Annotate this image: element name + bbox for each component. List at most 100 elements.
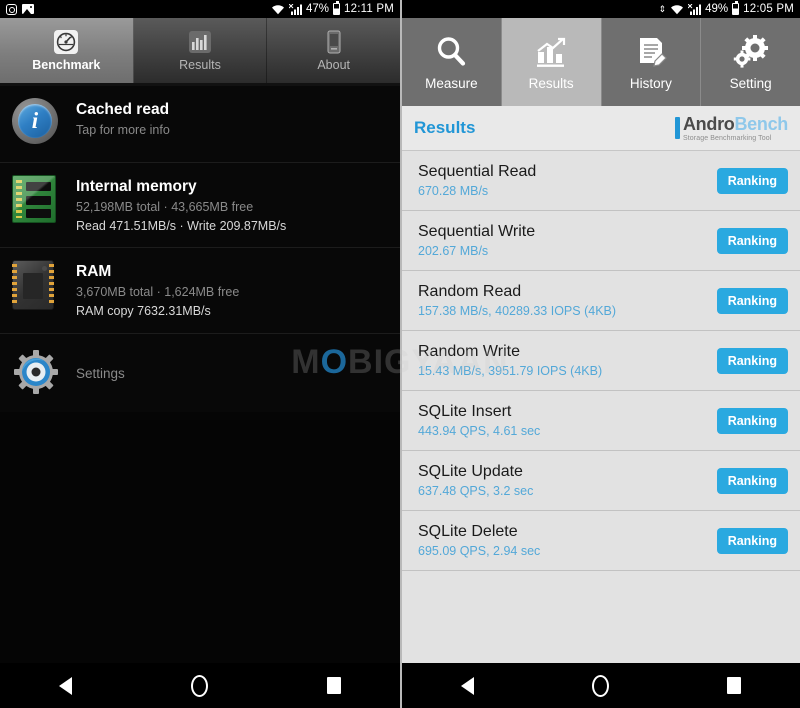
cached-read-icon-box: i <box>12 98 62 150</box>
cellular-signal-icon <box>288 3 302 15</box>
left-status-notification-icons <box>6 3 34 15</box>
tab-setting-label: Setting <box>729 75 772 91</box>
row-value: 15.43 MB/s, 3951.79 IOPS (4KB) <box>418 364 603 378</box>
back-triangle-icon[interactable] <box>59 676 73 695</box>
logo-tagline: Storage Benchmarking Tool <box>682 134 772 142</box>
right-nav-bar <box>402 663 800 708</box>
settings-label: Settings <box>76 366 125 382</box>
bar-chart-icon <box>189 31 211 53</box>
table-row[interactable]: Sequential Read 670.28 MB/s Ranking <box>402 151 800 211</box>
row-title: Sequential Write <box>418 223 536 240</box>
tab-history[interactable]: History <box>602 18 702 106</box>
list-item-ram[interactable]: RAM 3,670MB total · 1,624MB free RAM cop… <box>0 248 400 334</box>
row-value: 443.94 QPS, 4.61 sec <box>418 424 541 438</box>
bar-chart-icon <box>537 37 566 67</box>
left-clock: 12:11 PM <box>344 3 394 15</box>
tab-about-label: About <box>317 58 351 72</box>
internal-memory-capacity: 52,198MB total · 43,665MB free <box>76 199 254 214</box>
magnifier-icon <box>438 36 466 66</box>
right-clock: 12:05 PM <box>743 3 794 15</box>
row-text: SQLite Delete 695.09 QPS, 2.94 sec <box>418 523 540 558</box>
tab-measure-label: Measure <box>425 75 478 91</box>
row-title: SQLite Update <box>418 463 523 480</box>
left-phone-screen: 47% 12:11 PM Benchmark Results About i C… <box>0 0 400 708</box>
row-value: 670.28 MB/s <box>418 184 489 198</box>
settings-icon-box <box>12 348 62 400</box>
ranking-button[interactable]: Ranking <box>716 347 788 374</box>
left-battery-percent: 47% <box>305 3 330 15</box>
right-phone-screen: ⇕ 49% 12:05 PM Measure Results History S… <box>400 0 800 708</box>
left-status-system-icons: 47% 12:11 PM <box>271 1 394 15</box>
list-item-cached-read[interactable]: i Cached read Tap for more info <box>0 86 400 163</box>
tab-results[interactable]: Results <box>501 18 602 106</box>
row-title: Random Write <box>418 343 520 360</box>
androbench-tab-bar: Measure Results History Setting <box>402 18 800 106</box>
row-value: 637.48 QPS, 3.2 sec <box>418 484 534 498</box>
phone-icon <box>327 30 341 54</box>
right-status-system-icons: ⇕ 49% 12:05 PM <box>659 1 794 15</box>
document-pen-icon <box>639 37 667 67</box>
gear-icon <box>14 349 58 394</box>
cached-read-text: Cached read Tap for more info <box>76 98 170 140</box>
table-row[interactable]: SQLite Update 637.48 QPS, 3.2 sec Rankin… <box>402 451 800 511</box>
memory-stick-icon <box>12 175 56 223</box>
row-text: SQLite Update 637.48 QPS, 3.2 sec <box>418 463 533 498</box>
ram-title: RAM <box>76 263 112 281</box>
ranking-button[interactable]: Ranking <box>716 227 788 254</box>
tab-about[interactable]: About <box>267 18 400 83</box>
wifi-icon <box>671 4 684 14</box>
internal-memory-title: Internal memory <box>76 178 197 195</box>
ram-capacity: 3,670MB total · 1,624MB free <box>76 285 240 300</box>
right-status-bar: ⇕ 49% 12:05 PM <box>402 0 800 18</box>
home-circle-icon[interactable] <box>190 674 208 697</box>
ram-text: RAM 3,670MB total · 1,624MB free RAM cop… <box>76 260 239 320</box>
dual-screenshot-container: 47% 12:11 PM Benchmark Results About i C… <box>0 0 800 708</box>
home-circle-icon[interactable] <box>592 674 609 697</box>
recent-square-icon[interactable] <box>727 677 741 694</box>
list-item-settings[interactable]: Settings <box>0 334 400 412</box>
row-text: Sequential Write 202.67 MB/s <box>418 223 535 258</box>
ranking-button[interactable]: Ranking <box>716 287 788 314</box>
tab-measure[interactable]: Measure <box>402 18 502 106</box>
row-value: 695.09 QPS, 2.94 sec <box>418 544 541 558</box>
results-list: Sequential Read 670.28 MB/s Ranking Sequ… <box>402 151 800 571</box>
row-text: SQLite Insert 443.94 QPS, 4.61 sec <box>418 403 540 438</box>
tab-results[interactable]: Results <box>134 18 268 83</box>
table-row[interactable]: Sequential Write 202.67 MB/s Ranking <box>402 211 800 271</box>
list-item-internal-memory[interactable]: Internal memory 52,198MB total · 43,665M… <box>0 163 400 249</box>
table-row[interactable]: Random Read 157.38 MB/s, 40289.33 IOPS (… <box>402 271 800 331</box>
androbench-logo: AndroBench Storage Benchmarking Tool <box>674 115 788 142</box>
tab-history-label: History <box>629 75 672 91</box>
tab-results-label: Results <box>179 58 221 72</box>
ranking-button[interactable]: Ranking <box>716 467 788 494</box>
table-row[interactable]: SQLite Delete 695.09 QPS, 2.94 sec Ranki… <box>402 511 800 571</box>
row-text: Random Write 15.43 MB/s, 3951.79 IOPS (4… <box>418 343 602 378</box>
back-triangle-icon[interactable] <box>461 676 474 695</box>
logo-andro: Andro <box>682 113 735 134</box>
tab-benchmark-label: Benchmark <box>32 58 101 72</box>
wifi-icon <box>271 4 284 14</box>
table-row[interactable]: SQLite Insert 443.94 QPS, 4.61 sec Ranki… <box>402 391 800 451</box>
left-tab-bar: Benchmark Results About <box>0 18 400 86</box>
ranking-button[interactable]: Ranking <box>716 407 788 434</box>
row-text: Random Read 157.38 MB/s, 40289.33 IOPS (… <box>418 283 616 318</box>
left-status-bar: 47% 12:11 PM <box>0 0 400 18</box>
ranking-button[interactable]: Ranking <box>716 167 788 194</box>
logo-wordmark: AndroBench <box>683 115 788 133</box>
battery-icon <box>333 1 341 15</box>
row-title: SQLite Delete <box>418 523 518 540</box>
row-title: Random Read <box>418 283 522 300</box>
recent-square-icon[interactable] <box>326 677 341 694</box>
tab-setting[interactable]: Setting <box>701 18 800 106</box>
row-title: Sequential Read <box>418 163 537 180</box>
ram-icon-box <box>12 260 62 312</box>
speedometer-icon <box>54 30 79 54</box>
table-row[interactable]: Random Write 15.43 MB/s, 3951.79 IOPS (4… <box>402 331 800 391</box>
left-nav-bar <box>0 663 400 708</box>
logo-bar-icon <box>674 116 680 139</box>
tab-benchmark[interactable]: Benchmark <box>0 18 134 83</box>
benchmark-list: i Cached read Tap for more info Internal <box>0 86 400 412</box>
ranking-button[interactable]: Ranking <box>716 527 788 554</box>
cellular-signal-icon <box>688 3 702 15</box>
right-battery-percent: 49% <box>705 3 729 15</box>
